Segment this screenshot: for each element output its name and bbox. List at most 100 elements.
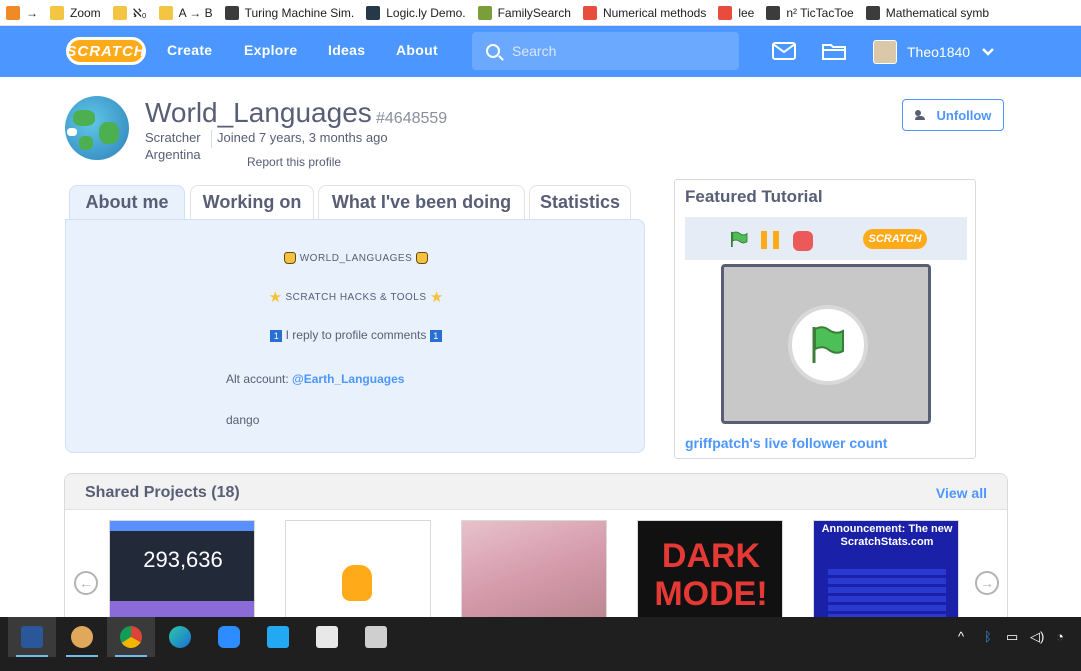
featured-project-panel: Featured Tutorial SCRATCH griffpatch's l… (674, 179, 976, 459)
report-profile-link[interactable]: Report this profile (247, 155, 341, 169)
taskbar-edge[interactable] (156, 617, 204, 657)
taskbar: ^ ᛒ ▭ ◁) ◔ (0, 617, 1081, 671)
bookmark-tictactoe[interactable]: n² TicTacToe (760, 0, 859, 25)
nav-create[interactable]: Create (167, 42, 212, 58)
paint-icon (71, 626, 93, 648)
stop-icon[interactable] (793, 231, 813, 251)
keyboard-icon (365, 626, 387, 648)
view-all-link[interactable]: View all (936, 485, 987, 501)
pause-icon[interactable] (761, 231, 767, 249)
word-icon (21, 626, 43, 648)
about-me-panel: WORLD_LANGUAGES ★ SCRATCH HACKS & TOOLS … (65, 219, 645, 453)
project-thumbnail[interactable] (285, 520, 431, 622)
chrome-icon (120, 626, 142, 648)
taskbar-notes[interactable] (303, 617, 351, 657)
taskbar-zoom[interactable] (205, 617, 253, 657)
taskbar-vscode[interactable] (254, 617, 302, 657)
search-input[interactable] (512, 43, 712, 59)
profile-avatar (65, 96, 129, 160)
shared-projects-panel: Shared Projects (18) View all ← → 293,63… (64, 473, 1008, 623)
scratch-mini-logo[interactable]: SCRATCH (863, 229, 927, 249)
eye-icon (366, 5, 381, 20)
carousel-prev-button[interactable]: ← (74, 571, 98, 595)
about-line-2: ★ SCRATCH HACKS & TOOLS ★ (268, 289, 444, 306)
tab-about-me[interactable]: About me (69, 185, 185, 219)
taskbar-chrome[interactable] (107, 617, 155, 657)
bookmark-turing[interactable]: Turing Machine Sim. (219, 0, 361, 25)
taskbar-paint[interactable] (58, 617, 106, 657)
bookmark-logicly[interactable]: Logic.ly Demo. (360, 0, 471, 25)
tab-statistics[interactable]: Statistics (529, 185, 631, 219)
bookmark-lee[interactable]: lee (712, 0, 760, 25)
bookmark-aleph[interactable]: ℵ₀ (107, 0, 153, 25)
bluetooth-icon[interactable]: ᛒ (984, 629, 992, 644)
arrow-left-icon: ← (79, 575, 93, 591)
search-icon (486, 44, 500, 58)
navbar: SCRATCH Create Explore Ideas About Theo1… (0, 26, 1081, 77)
bookmark-familysearch[interactable]: FamilySearch (472, 0, 577, 25)
unfollow-button[interactable]: Unfollow (902, 99, 1004, 131)
username: Theo1840 (907, 44, 971, 60)
profile-username: World_Languages (145, 97, 372, 128)
taskbar-word[interactable] (8, 617, 56, 657)
folder-icon (158, 5, 173, 20)
volume-icon[interactable]: ◁) (1030, 629, 1044, 645)
bookmark-math-symbols[interactable]: Mathematical symb (860, 0, 995, 25)
follower-count: 293,636 (143, 547, 223, 572)
search-bar (472, 32, 739, 70)
project-thumbnail[interactable]: Announcement: The new ScratchStats.com (813, 520, 959, 622)
bookmark-a-to-b[interactable]: A → B (153, 0, 219, 25)
hand-icon (415, 251, 428, 264)
green-flag-icon (812, 326, 844, 363)
battery-icon[interactable]: ▭ (1006, 629, 1018, 645)
arrow-right-icon: → (980, 575, 994, 591)
green-flag-icon[interactable] (729, 231, 749, 247)
globe-icon (766, 5, 781, 20)
wifi-icon[interactable]: ◔ (1056, 629, 1064, 644)
profile-country: Argentina (145, 147, 201, 162)
project-thumbnail[interactable]: 293,636 (109, 520, 255, 622)
edge-icon (169, 626, 191, 648)
project-stage[interactable] (721, 264, 931, 424)
star-icon: ★ (268, 289, 283, 306)
play-button[interactable] (788, 305, 868, 385)
dark-mode-text: DARK MODE! (654, 537, 768, 613)
player-controls: SCRATCH (685, 217, 967, 260)
project-thumbnail[interactable]: DARK MODE! (637, 520, 783, 622)
scratch-cat-icon (342, 565, 372, 601)
profile-joined: Joined 7 years, 3 months ago (211, 130, 388, 148)
bookmark-arrow[interactable]: → (0, 0, 44, 25)
user-menu[interactable]: Theo1840 (873, 40, 994, 64)
folder-icon (50, 5, 64, 20)
featured-title: Featured Tutorial (685, 187, 823, 206)
scratch-logo[interactable]: SCRATCH (66, 37, 146, 65)
avatar (873, 40, 897, 64)
folder-icon (112, 5, 127, 20)
shared-projects-header: Shared Projects (18) View all (65, 474, 1007, 510)
number-one-icon: 1 (429, 329, 442, 342)
carousel-next-button[interactable]: → (975, 571, 999, 595)
bookmark-zoom[interactable]: Zoom (44, 0, 107, 25)
bookmark-numerical[interactable]: Numerical methods (577, 0, 712, 25)
alt-account-link[interactable]: @Earth_Languages (292, 372, 404, 386)
star-icon: ★ (429, 289, 444, 306)
nav-explore[interactable]: Explore (244, 42, 297, 58)
pause-icon-bar (773, 231, 779, 249)
tab-what-ive-been-doing[interactable]: What I've been doing (318, 185, 525, 219)
featured-project-link[interactable]: griffpatch's live follower count (685, 435, 887, 451)
profile-role: Scratcher (145, 130, 201, 145)
project-thumbnail[interactable] (461, 520, 607, 622)
zoom-icon (218, 626, 240, 648)
nav-ideas[interactable]: Ideas (328, 42, 365, 58)
profile-id: #4648559 (376, 110, 448, 127)
messages-icon[interactable] (772, 42, 796, 60)
g-icon (582, 5, 597, 20)
taskbar-keyboard[interactable] (352, 617, 400, 657)
user-icon (914, 110, 929, 120)
vscode-icon (267, 626, 289, 648)
my-stuff-folder-icon[interactable] (822, 42, 846, 60)
notes-icon (316, 626, 338, 648)
chevron-up-icon[interactable]: ^ (958, 629, 964, 644)
tab-working-on[interactable]: Working on (190, 185, 314, 219)
nav-about[interactable]: About (396, 42, 438, 58)
